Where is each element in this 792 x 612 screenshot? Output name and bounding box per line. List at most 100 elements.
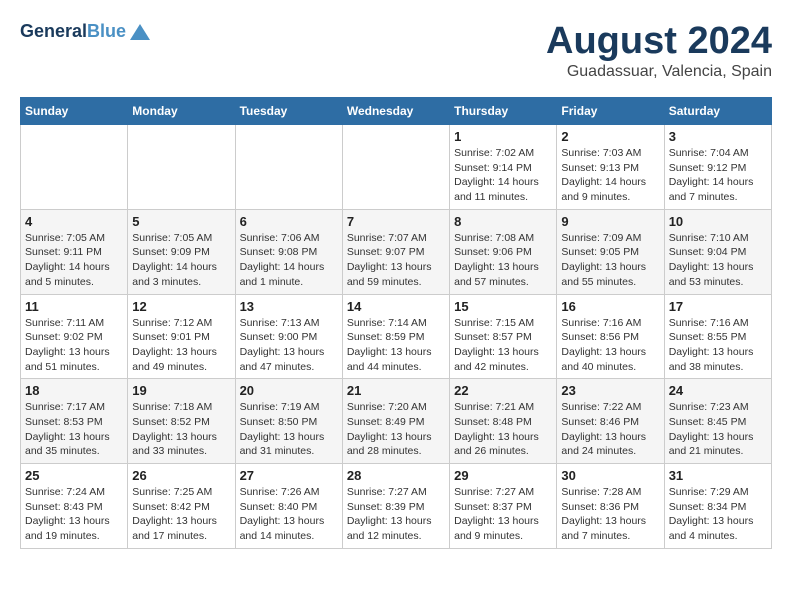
logo-text: GeneralBlue (20, 21, 126, 43)
page-header: GeneralBlue August 2024 Guadassuar, Vale… (20, 20, 772, 81)
calendar-week-2: 4Sunrise: 7:05 AM Sunset: 9:11 PM Daylig… (21, 209, 772, 294)
day-info: Sunrise: 7:08 AM Sunset: 9:06 PM Dayligh… (454, 231, 552, 290)
calendar-week-1: 1Sunrise: 7:02 AM Sunset: 9:14 PM Daylig… (21, 125, 772, 210)
calendar-week-5: 25 Sunrise: 7:24 AM Sunset: 8:43 PM Dayli… (21, 464, 772, 549)
calendar-cell: 3 Sunrise: 7:04 AM Sunset: 9:12 PM Daylig… (664, 125, 771, 210)
calendar-cell: 16 Sunrise: 7:16 AM Sunset: 8:56 PM Dayli… (557, 294, 664, 379)
day-number: 30 (561, 468, 659, 483)
day-number: 12 (132, 299, 230, 314)
location-subtitle: Guadassuar, Valencia, Spain (546, 63, 772, 81)
day-number: 20 (240, 383, 338, 398)
day-info: Sunrise: 7:20 AM Sunset: 8:49 PM Dayligh… (347, 400, 445, 459)
calendar-cell: 23Sunrise: 7:22 AM Sunset: 8:46 PM Dayli… (557, 379, 664, 464)
day-info: Sunrise: 7:13 AM Sunset: 9:00 PM Dayligh… (240, 316, 338, 375)
day-info: Sunrise: 7:07 AM Sunset: 9:07 PM Dayligh… (347, 231, 445, 290)
day-number: 31 (669, 468, 767, 483)
calendar-cell: 9Sunrise: 7:09 AM Sunset: 9:05 PM Daylig… (557, 209, 664, 294)
day-number: 8 (454, 214, 552, 229)
day-info: Sunrise: 7:19 AM Sunset: 8:50 PM Dayligh… (240, 400, 338, 459)
day-number: 18 (25, 383, 123, 398)
day-number: 9 (561, 214, 659, 229)
calendar-cell: 5 Sunrise: 7:05 AM Sunset: 9:09 PM Daylig… (128, 209, 235, 294)
weekday-header-monday: Monday (128, 98, 235, 125)
calendar-cell: 30Sunrise: 7:28 AM Sunset: 8:36 PM Dayli… (557, 464, 664, 549)
calendar-cell: 31 Sunrise: 7:29 AM Sunset: 8:34 PM Dayli… (664, 464, 771, 549)
calendar-cell: 18 Sunrise: 7:17 AM Sunset: 8:53 PM Dayli… (21, 379, 128, 464)
day-info: Sunrise: 7:25 AM Sunset: 8:42 PM Dayligh… (132, 485, 230, 544)
calendar-cell: 25 Sunrise: 7:24 AM Sunset: 8:43 PM Dayli… (21, 464, 128, 549)
day-info: Sunrise: 7:05 AM Sunset: 9:09 PM Dayligh… (132, 231, 230, 290)
calendar-cell (128, 125, 235, 210)
day-info: Sunrise: 7:11 AM Sunset: 9:02 PM Dayligh… (25, 316, 123, 375)
calendar-cell (235, 125, 342, 210)
weekday-header-tuesday: Tuesday (235, 98, 342, 125)
day-info: Sunrise: 7:06 AM Sunset: 9:08 PM Dayligh… (240, 231, 338, 290)
day-number: 11 (25, 299, 123, 314)
day-info: Sunrise: 7:15 AM Sunset: 8:57 PM Dayligh… (454, 316, 552, 375)
calendar-week-3: 11 Sunrise: 7:11 AM Sunset: 9:02 PM Dayli… (21, 294, 772, 379)
day-info: Sunrise: 7:27 AM Sunset: 8:37 PM Dayligh… (454, 485, 552, 544)
calendar-week-4: 18 Sunrise: 7:17 AM Sunset: 8:53 PM Dayli… (21, 379, 772, 464)
day-number: 1 (454, 129, 552, 144)
day-info: Sunrise: 7:04 AM Sunset: 9:12 PM Dayligh… (669, 146, 767, 205)
calendar-cell: 26Sunrise: 7:25 AM Sunset: 8:42 PM Dayli… (128, 464, 235, 549)
weekday-header-friday: Friday (557, 98, 664, 125)
calendar-cell: 2 Sunrise: 7:03 AM Sunset: 9:13 PM Daylig… (557, 125, 664, 210)
title-block: August 2024 Guadassuar, Valencia, Spain (546, 20, 772, 81)
logo-icon (128, 20, 152, 44)
calendar-cell: 21 Sunrise: 7:20 AM Sunset: 8:49 PM Dayli… (342, 379, 449, 464)
calendar-cell: 8 Sunrise: 7:08 AM Sunset: 9:06 PM Daylig… (450, 209, 557, 294)
day-number: 29 (454, 468, 552, 483)
calendar-cell (21, 125, 128, 210)
day-info: Sunrise: 7:21 AM Sunset: 8:48 PM Dayligh… (454, 400, 552, 459)
weekday-header-thursday: Thursday (450, 98, 557, 125)
day-info: Sunrise: 7:10 AM Sunset: 9:04 PM Dayligh… (669, 231, 767, 290)
calendar-cell: 27 Sunrise: 7:26 AM Sunset: 8:40 PM Dayli… (235, 464, 342, 549)
weekday-header-sunday: Sunday (21, 98, 128, 125)
calendar-cell: 17Sunrise: 7:16 AM Sunset: 8:55 PM Dayli… (664, 294, 771, 379)
calendar-cell: 13Sunrise: 7:13 AM Sunset: 9:00 PM Dayli… (235, 294, 342, 379)
day-number: 10 (669, 214, 767, 229)
day-number: 2 (561, 129, 659, 144)
day-info: Sunrise: 7:17 AM Sunset: 8:53 PM Dayligh… (25, 400, 123, 459)
calendar-cell: 20 Sunrise: 7:19 AM Sunset: 8:50 PM Dayli… (235, 379, 342, 464)
day-number: 7 (347, 214, 445, 229)
day-info: Sunrise: 7:29 AM Sunset: 8:34 PM Dayligh… (669, 485, 767, 544)
day-number: 3 (669, 129, 767, 144)
day-info: Sunrise: 7:16 AM Sunset: 8:55 PM Dayligh… (669, 316, 767, 375)
calendar-cell: 11 Sunrise: 7:11 AM Sunset: 9:02 PM Dayli… (21, 294, 128, 379)
day-number: 25 (25, 468, 123, 483)
calendar-cell: 4Sunrise: 7:05 AM Sunset: 9:11 PM Daylig… (21, 209, 128, 294)
day-number: 21 (347, 383, 445, 398)
day-number: 15 (454, 299, 552, 314)
day-info: Sunrise: 7:16 AM Sunset: 8:56 PM Dayligh… (561, 316, 659, 375)
calendar-cell: 28Sunrise: 7:27 AM Sunset: 8:39 PM Dayli… (342, 464, 449, 549)
day-info: Sunrise: 7:03 AM Sunset: 9:13 PM Dayligh… (561, 146, 659, 205)
weekday-header-saturday: Saturday (664, 98, 771, 125)
day-number: 24 (669, 383, 767, 398)
calendar-cell: 12 Sunrise: 7:12 AM Sunset: 9:01 PM Dayli… (128, 294, 235, 379)
day-info: Sunrise: 7:24 AM Sunset: 8:43 PM Dayligh… (25, 485, 123, 544)
calendar-table: SundayMondayTuesdayWednesdayThursdayFrid… (20, 97, 772, 549)
day-info: Sunrise: 7:22 AM Sunset: 8:46 PM Dayligh… (561, 400, 659, 459)
day-info: Sunrise: 7:12 AM Sunset: 9:01 PM Dayligh… (132, 316, 230, 375)
calendar-cell: 29 Sunrise: 7:27 AM Sunset: 8:37 PM Dayli… (450, 464, 557, 549)
logo: GeneralBlue (20, 20, 152, 44)
day-number: 6 (240, 214, 338, 229)
day-number: 16 (561, 299, 659, 314)
day-number: 14 (347, 299, 445, 314)
calendar-cell: 15 Sunrise: 7:15 AM Sunset: 8:57 PM Dayli… (450, 294, 557, 379)
day-number: 27 (240, 468, 338, 483)
day-info: Sunrise: 7:26 AM Sunset: 8:40 PM Dayligh… (240, 485, 338, 544)
day-info: Sunrise: 7:23 AM Sunset: 8:45 PM Dayligh… (669, 400, 767, 459)
day-number: 5 (132, 214, 230, 229)
calendar-cell: 19Sunrise: 7:18 AM Sunset: 8:52 PM Dayli… (128, 379, 235, 464)
calendar-cell: 6 Sunrise: 7:06 AM Sunset: 9:08 PM Daylig… (235, 209, 342, 294)
calendar-cell: 1Sunrise: 7:02 AM Sunset: 9:14 PM Daylig… (450, 125, 557, 210)
calendar-cell: 24 Sunrise: 7:23 AM Sunset: 8:45 PM Dayli… (664, 379, 771, 464)
calendar-body: 1Sunrise: 7:02 AM Sunset: 9:14 PM Daylig… (21, 125, 772, 549)
calendar-cell (342, 125, 449, 210)
day-info: Sunrise: 7:18 AM Sunset: 8:52 PM Dayligh… (132, 400, 230, 459)
calendar-cell: 22Sunrise: 7:21 AM Sunset: 8:48 PM Dayli… (450, 379, 557, 464)
day-info: Sunrise: 7:27 AM Sunset: 8:39 PM Dayligh… (347, 485, 445, 544)
